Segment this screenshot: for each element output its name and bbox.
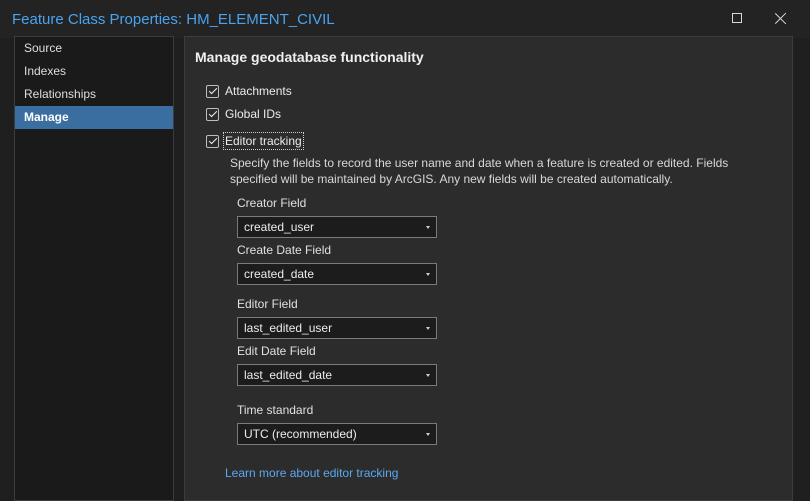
edit-date-field-select[interactable]: last_edited_date	[237, 364, 437, 386]
sidebar-item-indexes[interactable]: Indexes	[15, 60, 173, 83]
time-standard-value: UTC (recommended)	[244, 427, 357, 441]
attachments-label: Attachments	[225, 84, 292, 98]
time-standard-label: Time standard	[237, 403, 314, 417]
chevron-down-icon	[426, 226, 430, 229]
attachments-option[interactable]: Attachments	[206, 83, 292, 99]
sidebar-item-source[interactable]: Source	[15, 37, 173, 60]
chevron-down-icon	[426, 327, 430, 330]
edit-date-field-value: last_edited_date	[244, 368, 333, 382]
chevron-down-icon	[426, 374, 430, 377]
chevron-down-icon	[426, 433, 430, 436]
editor-field-label: Editor Field	[237, 297, 298, 311]
edit-date-field-label: Edit Date Field	[237, 344, 316, 358]
editor-tracking-option[interactable]: Editor tracking	[206, 132, 304, 150]
time-standard-select[interactable]: UTC (recommended)	[237, 423, 437, 445]
sidebar: Source Indexes Relationships Manage	[14, 36, 174, 501]
creator-field-label: Creator Field	[237, 196, 307, 210]
sidebar-item-relationships[interactable]: Relationships	[15, 83, 173, 106]
editor-tracking-label: Editor tracking	[223, 132, 304, 150]
create-date-field-label: Create Date Field	[237, 243, 332, 257]
window-title: Feature Class Properties: HM_ELEMENT_CIV…	[12, 11, 335, 28]
learn-more-link[interactable]: Learn more about editor tracking	[225, 466, 398, 480]
create-date-field-select[interactable]: created_date	[237, 263, 437, 285]
maximize-icon	[732, 13, 742, 23]
global-ids-option[interactable]: Global IDs	[206, 106, 281, 122]
title-bar: Feature Class Properties: HM_ELEMENT_CIV…	[0, 0, 810, 38]
manage-panel: Manage geodatabase functionality Attachm…	[184, 36, 793, 501]
creator-field-select[interactable]: created_user	[237, 216, 437, 238]
sidebar-item-manage[interactable]: Manage	[15, 106, 173, 129]
close-icon	[774, 12, 787, 25]
attachments-checkbox[interactable]	[206, 84, 219, 98]
editor-tracking-description: Specify the fields to record the user na…	[230, 156, 729, 186]
editor-field-value: last_edited_user	[244, 321, 333, 335]
creator-field-value: created_user	[244, 220, 315, 234]
chevron-down-icon	[426, 273, 430, 276]
create-date-field-value: created_date	[244, 267, 315, 281]
editor-field-select[interactable]: last_edited_user	[237, 317, 437, 339]
global-ids-checkbox[interactable]	[206, 107, 219, 121]
close-button[interactable]	[765, 5, 795, 31]
maximize-button[interactable]	[722, 5, 752, 31]
global-ids-label: Global IDs	[225, 107, 282, 121]
section-title: Manage geodatabase functionality	[195, 49, 424, 65]
editor-tracking-checkbox[interactable]	[206, 134, 219, 148]
